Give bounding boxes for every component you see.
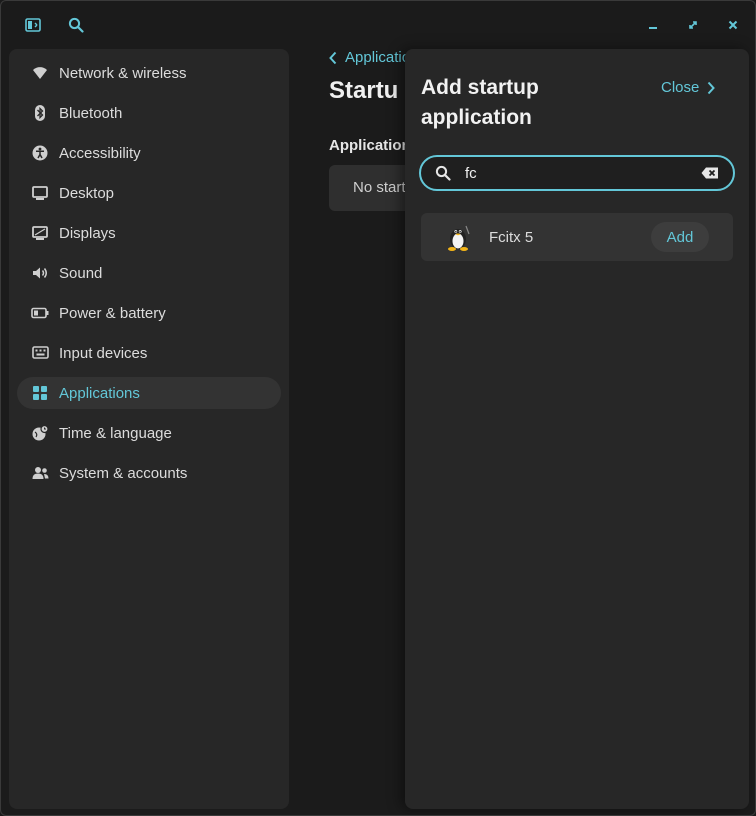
sidebar-item-label: Input devices [59, 344, 148, 362]
sidebar-item-power[interactable]: Power & battery [17, 297, 281, 329]
bluetooth-icon [31, 104, 49, 122]
users-icon [31, 464, 49, 482]
sidebar-item-time-language[interactable]: Time & language [17, 417, 281, 449]
sidebar-item-label: Time & language [59, 424, 172, 442]
sidebar-item-applications[interactable]: Applications [17, 377, 281, 409]
sidebar-item-sound[interactable]: Sound [17, 257, 281, 289]
empty-state-text: No start [353, 179, 406, 196]
globe-clock-icon [31, 424, 49, 442]
tux-penguin-icon [443, 222, 473, 252]
sidebar-item-label: Bluetooth [59, 104, 123, 122]
sidebar-item-label: Desktop [59, 184, 115, 202]
display-icon [31, 224, 49, 242]
minimize-icon[interactable] [641, 13, 665, 37]
sidebar: Network & wireless Bluetooth Accessibili… [9, 49, 289, 809]
sidebar-item-desktop[interactable]: Desktop [17, 177, 281, 209]
chevron-right-icon [707, 81, 716, 95]
sidebar-item-accessibility[interactable]: Accessibility [17, 137, 281, 169]
sidebar-item-input-devices[interactable]: Input devices [17, 337, 281, 369]
maximize-icon[interactable] [681, 13, 705, 37]
sidebar-item-label: Network & wireless [59, 64, 187, 82]
settings-window: Network & wireless Bluetooth Accessibili… [0, 0, 756, 816]
dialog-close-button[interactable]: Close [661, 79, 716, 96]
back-link-label: Applicatio [345, 49, 411, 66]
sidebar-toggle-icon[interactable] [21, 13, 45, 37]
search-result-row: Fcitx 5 Add [421, 213, 733, 261]
search-icon [435, 165, 451, 181]
dialog-close-label: Close [661, 79, 700, 96]
section-title: Application [329, 137, 411, 154]
chevron-left-icon [329, 51, 337, 65]
add-button[interactable]: Add [651, 222, 709, 252]
sidebar-item-network[interactable]: Network & wireless [17, 57, 281, 89]
wifi-icon [31, 64, 49, 82]
applications-icon [31, 384, 49, 402]
page-title: Startu [329, 77, 399, 104]
sidebar-item-displays[interactable]: Displays [17, 217, 281, 249]
accessibility-icon [31, 144, 49, 162]
sidebar-item-system-accounts[interactable]: System & accounts [17, 457, 281, 489]
sidebar-item-bluetooth[interactable]: Bluetooth [17, 97, 281, 129]
keyboard-icon [31, 344, 49, 362]
sidebar-item-label: Accessibility [59, 144, 141, 162]
sidebar-item-label: Power & battery [59, 304, 166, 322]
desktop-icon [31, 184, 49, 202]
app-name: Fcitx 5 [489, 228, 534, 246]
sidebar-item-label: Applications [59, 384, 140, 402]
clear-search-icon[interactable] [701, 167, 719, 179]
dialog-title: Add startup application [421, 76, 539, 129]
sidebar-item-label: Displays [59, 224, 116, 242]
sidebar-item-label: System & accounts [59, 464, 188, 482]
search-field[interactable] [419, 155, 735, 191]
battery-icon [31, 304, 49, 322]
speaker-icon [31, 264, 49, 282]
back-link[interactable]: Applicatio [329, 49, 410, 66]
close-icon[interactable] [721, 13, 745, 37]
search-input[interactable] [465, 161, 701, 185]
search-icon[interactable] [64, 13, 88, 37]
add-startup-dialog: Add startup application Close fc Fcitx 5… [405, 49, 749, 809]
sidebar-item-label: Sound [59, 264, 103, 282]
